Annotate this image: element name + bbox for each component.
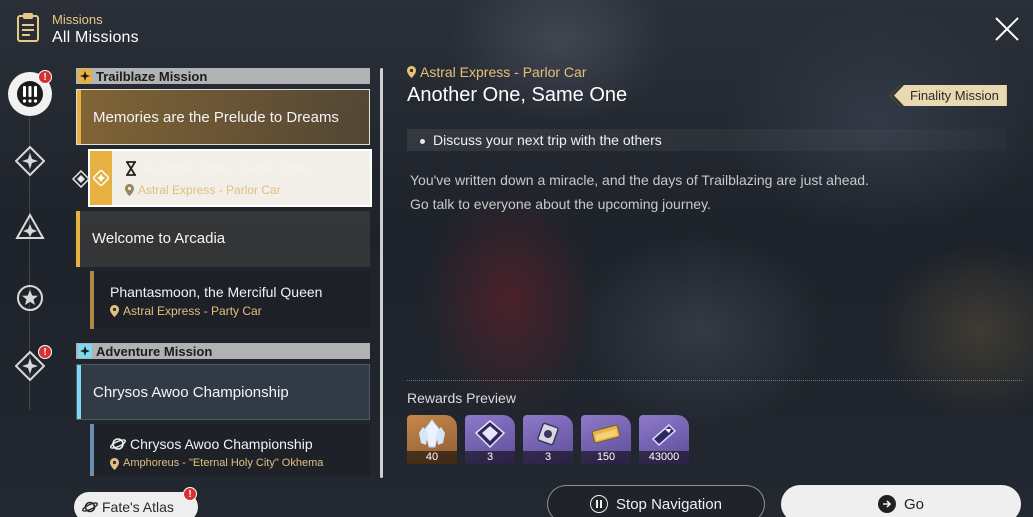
mission-location-text: Astral Express - Parlor Car [420,64,587,80]
close-icon[interactable] [992,14,1022,44]
notification-badge: ! [183,487,197,501]
rail-item-trailblaze[interactable] [10,141,50,181]
stellar-jade-icon [419,419,445,448]
planet-icon [82,501,98,513]
scrollbar-thumb[interactable] [380,68,383,478]
reward-refinement-material[interactable]: 3 [523,415,573,464]
fates-atlas-button[interactable]: Fate's Atlas [74,492,198,517]
reward-trailblaze-exp[interactable]: 43000 [639,415,689,464]
mission-type-tag: Finality Mission [890,85,1007,106]
fates-atlas-label: Fate's Atlas [102,499,174,515]
mission-item[interactable]: Chrysos Awoo Championship [76,364,370,420]
exclamation-icon [17,81,43,107]
mission-item[interactable]: Memories are the Prelude to Dreams [76,89,370,145]
reward-count: 3 [523,451,573,464]
rail-item-companion[interactable] [10,208,50,248]
mission-objective: Discuss your next trip with the others [407,129,1007,151]
sub-mission-location: Astral Express - Party Car [123,304,262,318]
reward-stellar-jade[interactable]: 40 [407,415,457,464]
selection-indicator-icon [72,170,90,188]
planet-icon [110,438,126,450]
reward-count: 40 [407,451,457,464]
location-pin-icon [110,458,119,470]
mission-list[interactable]: Trailblaze Mission Memories are the Prel… [76,66,372,476]
section-header-trailblaze: Trailblaze Mission [76,68,370,84]
rewards-divider [407,380,1022,381]
exp-book-icon [474,420,506,449]
sub-mission-title: Chrysos Awoo Championship [130,436,313,452]
location-pin-icon [407,66,416,78]
description-line: You've written down a miracle, and the d… [410,172,869,188]
sub-mission-location: Amphoreus - "Eternal Holy City" Okhema [123,457,324,469]
arrow-right-icon [877,495,896,513]
credit-icon [591,424,621,444]
section-header-adventure: Adventure Mission [76,343,370,359]
location-pin-icon [125,184,134,196]
diamond-star-icon [15,146,45,176]
go-button[interactable]: Go [781,485,1021,517]
refinement-icon [537,422,559,446]
description-line: Go talk to everyone about the upcoming j… [410,196,711,212]
mission-label: Welcome to Arcadia [92,230,226,247]
go-label: Go [903,495,924,513]
mission-title: Another One, Same One [407,84,628,106]
reward-count: 43000 [639,451,689,464]
pause-icon [590,495,609,513]
triangle-icon [15,213,45,239]
trailblaze-exp-icon [651,423,677,447]
sub-mission[interactable]: Phantasmoon, the Merciful Queen Astral E… [90,271,370,329]
star-icon [17,285,43,311]
sub-accent [90,271,94,329]
page-title: All Missions [52,29,139,46]
trailblaze-section-icon [78,69,92,83]
stop-navigation-button[interactable]: Stop Navigation [547,485,765,517]
header-section-label: Missions [52,12,103,27]
location-pin-icon [110,305,119,317]
sub-mission-title: Phantasmoon, the Merciful Queen [110,284,323,300]
adventure-section-icon [78,344,92,358]
mission-location: Astral Express - Parlor Car [407,64,586,80]
objective-text: Discuss your next trip with the others [433,132,662,148]
notification-badge: ! [38,345,52,359]
mission-label: Chrysos Awoo Championship [93,384,289,401]
stop-navigation-label: Stop Navigation [616,495,722,513]
sub-mission-title: Another One, Same One [144,160,310,177]
mission-description: You've written down a miracle, and the d… [410,168,990,216]
sub-mission-location: Astral Express - Parlor Car [138,183,281,197]
sub-mission-selected[interactable]: Another One, Same One Astral Express - P… [88,149,372,207]
sub-accent [90,424,94,476]
bullet [420,139,425,144]
notification-badge: ! [38,70,52,84]
reward-credit[interactable]: 150 [581,415,631,464]
diamond-icon [93,170,109,186]
reward-exp-material[interactable]: 3 [465,415,515,464]
reward-count: 150 [581,451,631,464]
mission-item[interactable]: Welcome to Arcadia [76,211,370,267]
clipboard-icon [17,13,39,42]
mission-label: Memories are the Prelude to Dreams [93,109,339,126]
rail-item-adventure[interactable] [10,278,50,318]
sub-mission[interactable]: Chrysos Awoo Championship Amphoreus - "E… [90,424,370,476]
reward-count: 3 [465,451,515,464]
sub-accent [90,151,112,205]
hourglass-icon [126,161,136,176]
rewards-title: Rewards Preview [407,390,516,406]
